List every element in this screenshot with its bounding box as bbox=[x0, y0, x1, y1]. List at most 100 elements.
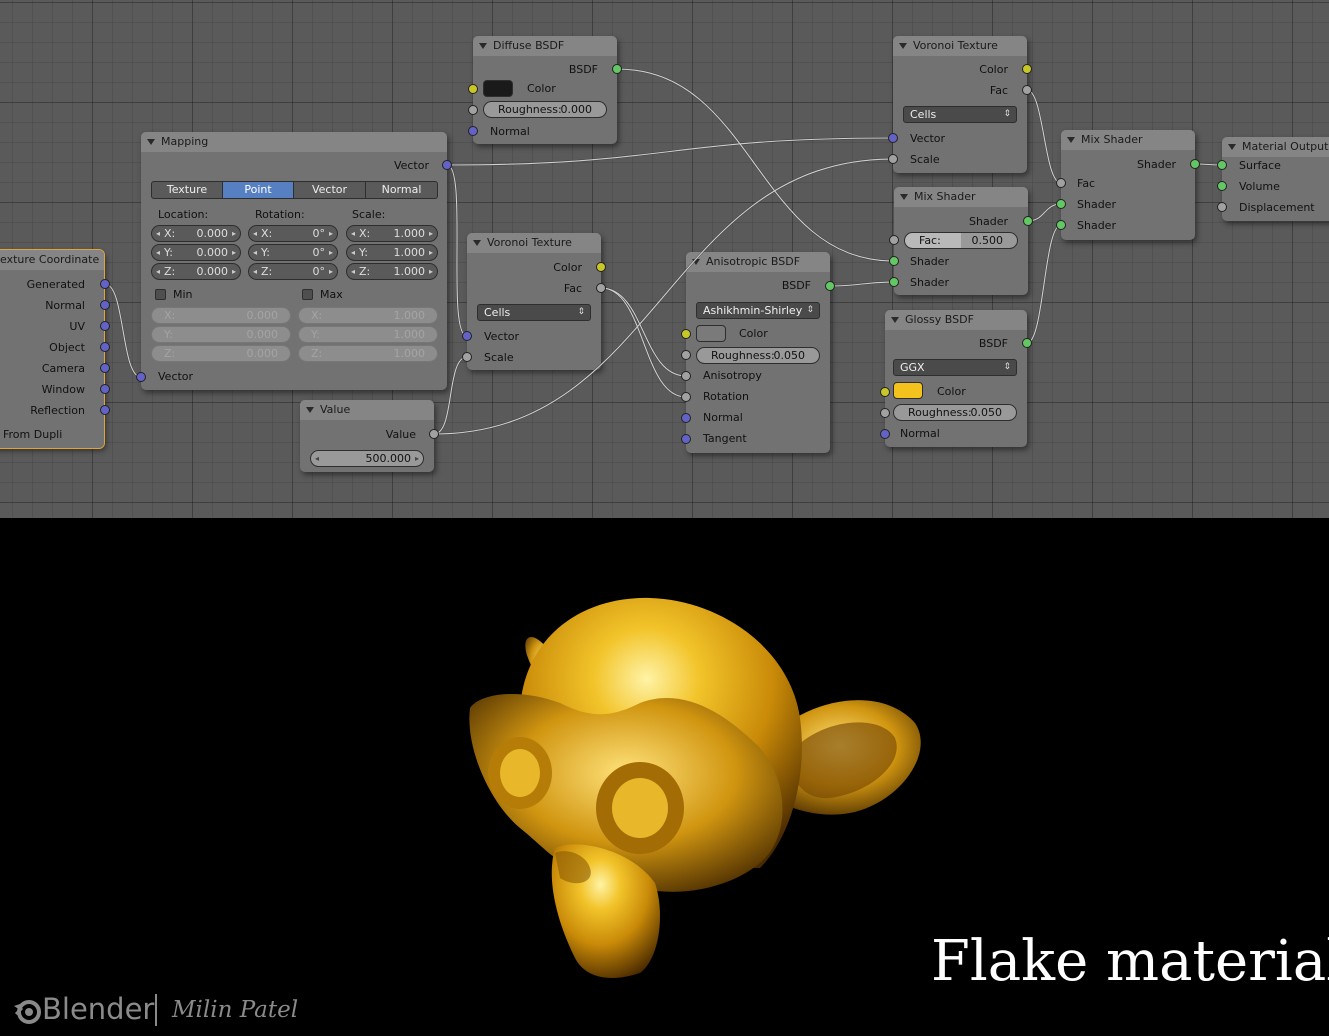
node-value[interactable]: Value Value ◂ 500.000 ▸ bbox=[300, 400, 434, 472]
location-z-field[interactable]: ◂ Z: 0.000 ▸ bbox=[151, 263, 241, 280]
socket-voronoi2-fac[interactable] bbox=[1022, 85, 1032, 95]
node-header[interactable]: Mapping bbox=[141, 132, 447, 152]
tab-vector[interactable]: Vector bbox=[293, 181, 366, 199]
collapse-triangle-icon[interactable] bbox=[306, 407, 314, 413]
node-glossy-bsdf[interactable]: Glossy BSDF BSDF GGX ⇕ Color Roughness: 0.… bbox=[885, 310, 1027, 447]
node-diffuse-bsdf[interactable]: Diffuse BSDF BSDF Color Roughness: 0.000 … bbox=[473, 36, 617, 144]
location-y-field[interactable]: ◂ Y: 0.000 ▸ bbox=[151, 244, 241, 261]
collapse-triangle-icon[interactable] bbox=[899, 43, 907, 49]
location-x-field[interactable]: ◂ X: 0.000 ▸ bbox=[151, 225, 241, 242]
socket-generated[interactable] bbox=[100, 279, 110, 289]
node-header[interactable]: Anisotropic BSDF bbox=[686, 252, 830, 272]
node-header[interactable]: Material Output bbox=[1222, 137, 1329, 157]
max-checkbox[interactable] bbox=[302, 289, 313, 300]
socket-voronoi1-color[interactable] bbox=[596, 262, 606, 272]
node-mix-shader-2[interactable]: Mix Shader Shader Fac Shader Shader bbox=[1061, 130, 1195, 240]
socket-diffuse-normal[interactable] bbox=[468, 126, 478, 136]
distribution-dropdown[interactable]: Ashikhmin-Shirley ⇕ bbox=[696, 302, 820, 319]
socket-output-surface[interactable] bbox=[1217, 160, 1227, 170]
collapse-triangle-icon[interactable] bbox=[473, 240, 481, 246]
socket-mix1-fac[interactable] bbox=[889, 235, 899, 245]
socket-mapping-in-vector[interactable] bbox=[136, 372, 146, 382]
socket-mix1-shader2[interactable] bbox=[889, 277, 899, 287]
node-mapping[interactable]: Mapping Vector Texture Point Vector Norm… bbox=[141, 132, 447, 390]
socket-mix2-out[interactable] bbox=[1190, 159, 1200, 169]
coloring-dropdown[interactable]: Cells ⇕ bbox=[903, 106, 1017, 123]
scale-x-field[interactable]: ◂ X: 1.000 ▸ bbox=[346, 225, 438, 242]
node-anisotropic-bsdf[interactable]: Anisotropic BSDF BSDF Ashikhmin-Shirley ⇕… bbox=[686, 252, 830, 453]
roughness-field[interactable]: Roughness: 0.000 bbox=[483, 101, 607, 118]
value-field[interactable]: ◂ 500.000 ▸ bbox=[310, 450, 424, 467]
collapse-triangle-icon[interactable] bbox=[900, 194, 908, 200]
socket-aniso-anisotropy[interactable] bbox=[681, 371, 691, 381]
node-header[interactable]: Glossy BSDF bbox=[885, 310, 1027, 330]
color-swatch[interactable] bbox=[483, 80, 513, 97]
socket-output-volume[interactable] bbox=[1217, 181, 1227, 191]
socket-voronoi1-vector[interactable] bbox=[462, 331, 472, 341]
socket-normal[interactable] bbox=[100, 300, 110, 310]
color-swatch[interactable] bbox=[893, 382, 923, 399]
scale-z-field[interactable]: ◂ Z: 1.000 ▸ bbox=[346, 263, 438, 280]
node-mix-shader-1[interactable]: Mix Shader Shader Fac: 0.500 Shader Shade… bbox=[894, 187, 1028, 295]
node-editor[interactable]: exture Coordinate Generated Normal UV Ob… bbox=[0, 0, 1329, 518]
roughness-field[interactable]: Roughness: 0.050 bbox=[893, 404, 1017, 421]
collapse-triangle-icon[interactable] bbox=[1228, 144, 1236, 150]
socket-glossy-color[interactable] bbox=[880, 387, 890, 397]
collapse-triangle-icon[interactable] bbox=[147, 139, 155, 145]
socket-mix1-out[interactable] bbox=[1023, 216, 1033, 226]
socket-camera[interactable] bbox=[100, 363, 110, 373]
min-checkbox[interactable] bbox=[155, 289, 166, 300]
node-voronoi-texture-1[interactable]: Voronoi Texture Color Fac Cells ⇕ Vector … bbox=[467, 233, 601, 370]
collapse-triangle-icon[interactable] bbox=[692, 259, 700, 265]
socket-glossy-bsdf[interactable] bbox=[1022, 338, 1032, 348]
socket-voronoi2-vector[interactable] bbox=[888, 133, 898, 143]
socket-aniso-normal[interactable] bbox=[681, 413, 691, 423]
roughness-field[interactable]: Roughness: 0.050 bbox=[696, 347, 820, 364]
socket-uv[interactable] bbox=[100, 321, 110, 331]
socket-object[interactable] bbox=[100, 342, 110, 352]
coloring-dropdown[interactable]: Cells ⇕ bbox=[477, 304, 591, 321]
socket-mix1-shader1[interactable] bbox=[889, 256, 899, 266]
node-header[interactable]: Diffuse BSDF bbox=[473, 36, 617, 56]
socket-aniso-bsdf[interactable] bbox=[825, 281, 835, 291]
socket-aniso-rotation[interactable] bbox=[681, 392, 691, 402]
socket-mix2-shader1[interactable] bbox=[1056, 199, 1066, 209]
rotation-x-field[interactable]: ◂ X: 0° ▸ bbox=[248, 225, 338, 242]
tab-point[interactable]: Point bbox=[222, 181, 294, 199]
tab-texture[interactable]: Texture bbox=[151, 181, 223, 199]
socket-voronoi1-scale[interactable] bbox=[462, 352, 472, 362]
socket-mix2-shader2[interactable] bbox=[1056, 220, 1066, 230]
tab-normal[interactable]: Normal bbox=[365, 181, 438, 199]
node-texture-coordinate[interactable]: exture Coordinate Generated Normal UV Ob… bbox=[0, 249, 105, 449]
node-header[interactable]: Mix Shader bbox=[1061, 130, 1195, 150]
socket-aniso-color[interactable] bbox=[681, 329, 691, 339]
socket-mapping-out-vector[interactable] bbox=[442, 160, 452, 170]
fac-field[interactable]: Fac: 0.500 bbox=[904, 232, 1018, 249]
socket-diffuse-color[interactable] bbox=[468, 84, 478, 94]
rotation-y-field[interactable]: ◂ Y: 0° ▸ bbox=[248, 244, 338, 261]
socket-glossy-roughness[interactable] bbox=[880, 408, 890, 418]
node-material-output[interactable]: Material Output Surface Volume Displacem… bbox=[1222, 137, 1329, 221]
collapse-triangle-icon[interactable] bbox=[1067, 137, 1075, 143]
socket-reflection[interactable] bbox=[100, 405, 110, 415]
node-header[interactable]: Voronoi Texture bbox=[893, 36, 1027, 56]
color-swatch[interactable] bbox=[696, 325, 726, 342]
collapse-triangle-icon[interactable] bbox=[479, 43, 487, 49]
socket-aniso-roughness[interactable] bbox=[681, 350, 691, 360]
socket-window[interactable] bbox=[100, 384, 110, 394]
node-voronoi-texture-2[interactable]: Voronoi Texture Color Fac Cells ⇕ Vector … bbox=[893, 36, 1027, 173]
node-header[interactable]: Voronoi Texture bbox=[467, 233, 601, 253]
socket-glossy-normal[interactable] bbox=[880, 429, 890, 439]
socket-voronoi1-fac[interactable] bbox=[596, 283, 606, 293]
node-header[interactable]: Value bbox=[300, 400, 434, 420]
socket-voronoi2-color[interactable] bbox=[1022, 64, 1032, 74]
socket-diffuse-roughness[interactable] bbox=[468, 105, 478, 115]
node-header[interactable]: Mix Shader bbox=[894, 187, 1028, 207]
scale-y-field[interactable]: ◂ Y: 1.000 ▸ bbox=[346, 244, 438, 261]
socket-voronoi2-scale[interactable] bbox=[888, 154, 898, 164]
socket-diffuse-bsdf[interactable] bbox=[612, 64, 622, 74]
collapse-triangle-icon[interactable] bbox=[891, 317, 899, 323]
socket-output-displacement[interactable] bbox=[1217, 202, 1227, 212]
rotation-z-field[interactable]: ◂ Z: 0° ▸ bbox=[248, 263, 338, 280]
socket-value-out[interactable] bbox=[429, 429, 439, 439]
